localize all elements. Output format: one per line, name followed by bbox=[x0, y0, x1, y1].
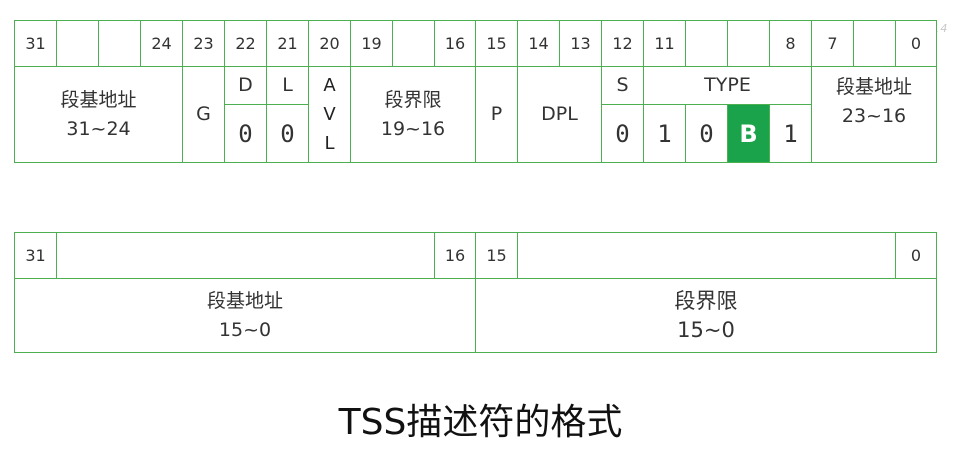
field-limit-15-0-range: 15~0 bbox=[677, 317, 735, 342]
bit-11: 11 bbox=[643, 20, 686, 67]
bit-cell-empty bbox=[98, 20, 141, 67]
field-avl-a: A bbox=[323, 75, 336, 96]
bit-15: 15 bbox=[475, 232, 518, 279]
bit-0: 0 bbox=[895, 232, 937, 279]
bit-8: 8 bbox=[769, 20, 812, 67]
field-s: S bbox=[601, 66, 644, 105]
bit-20: 20 bbox=[308, 20, 351, 67]
field-d: D bbox=[224, 66, 267, 105]
bit-cell-empty bbox=[56, 20, 99, 67]
bit-31: 31 bbox=[14, 20, 57, 67]
field-avl-l: L bbox=[324, 133, 335, 154]
field-base-31-24-range: 31~24 bbox=[66, 117, 131, 140]
field-limit-15-0: 段界限 15~0 bbox=[475, 278, 937, 353]
field-base-23-16: 段基地址 23~16 bbox=[811, 66, 937, 163]
bit-cell-empty bbox=[727, 20, 770, 67]
bit-16: 16 bbox=[434, 20, 476, 67]
field-limit-19-16: 段界限 19~16 bbox=[350, 66, 476, 163]
bit-13: 13 bbox=[559, 20, 602, 67]
bit-19: 19 bbox=[350, 20, 393, 67]
field-base-15-0: 段基地址 15~0 bbox=[14, 278, 476, 353]
field-l-value: 0 bbox=[266, 104, 309, 163]
field-base-31-24-name: 段基地址 bbox=[60, 88, 137, 111]
bit-0: 0 bbox=[895, 20, 937, 67]
bit-31: 31 bbox=[14, 232, 57, 279]
bit-cell-empty bbox=[392, 20, 435, 67]
type-busy-bit: B bbox=[727, 104, 770, 163]
bit-cell-empty bbox=[853, 20, 896, 67]
bit-12: 12 bbox=[601, 20, 644, 67]
field-base-15-0-name: 段基地址 bbox=[206, 289, 283, 312]
field-s-value: 0 bbox=[601, 104, 644, 163]
type-bit-11: 1 bbox=[643, 104, 686, 163]
field-base-31-24: 段基地址 31~24 bbox=[14, 66, 183, 163]
bit-14: 14 bbox=[517, 20, 560, 67]
field-type: TYPE bbox=[643, 66, 812, 105]
bit-23: 23 bbox=[182, 20, 225, 67]
bit-21: 21 bbox=[266, 20, 309, 67]
field-l: L bbox=[266, 66, 309, 105]
field-base-15-0-range: 15~0 bbox=[218, 318, 272, 341]
bit-16: 16 bbox=[434, 232, 476, 279]
bit-22: 22 bbox=[224, 20, 267, 67]
figure-caption: TSS描述符的格式 bbox=[338, 402, 623, 443]
bit-24: 24 bbox=[140, 20, 183, 67]
field-limit-15-0-name: 段界限 bbox=[674, 288, 738, 313]
field-d-value: 0 bbox=[224, 104, 267, 163]
field-g: G bbox=[182, 66, 225, 163]
bit-7: 7 bbox=[811, 20, 854, 67]
field-dpl: DPL bbox=[517, 66, 602, 163]
field-p: P bbox=[475, 66, 518, 163]
bit-cell-empty bbox=[685, 20, 728, 67]
type-bit-8: 1 bbox=[769, 104, 812, 163]
field-limit-19-16-name: 段界限 bbox=[384, 88, 442, 111]
field-limit-19-16-range: 19~16 bbox=[380, 117, 446, 140]
bit-15: 15 bbox=[475, 20, 518, 67]
field-base-23-16-range: 23~16 bbox=[841, 105, 907, 127]
bit-cell-empty bbox=[56, 232, 435, 279]
field-avl-v: V bbox=[323, 104, 336, 125]
type-bit-10: 0 bbox=[685, 104, 728, 163]
field-base-23-16-name: 段基地址 bbox=[835, 76, 912, 98]
field-avl: A V L bbox=[308, 66, 351, 163]
bit-cell-empty bbox=[517, 232, 896, 279]
